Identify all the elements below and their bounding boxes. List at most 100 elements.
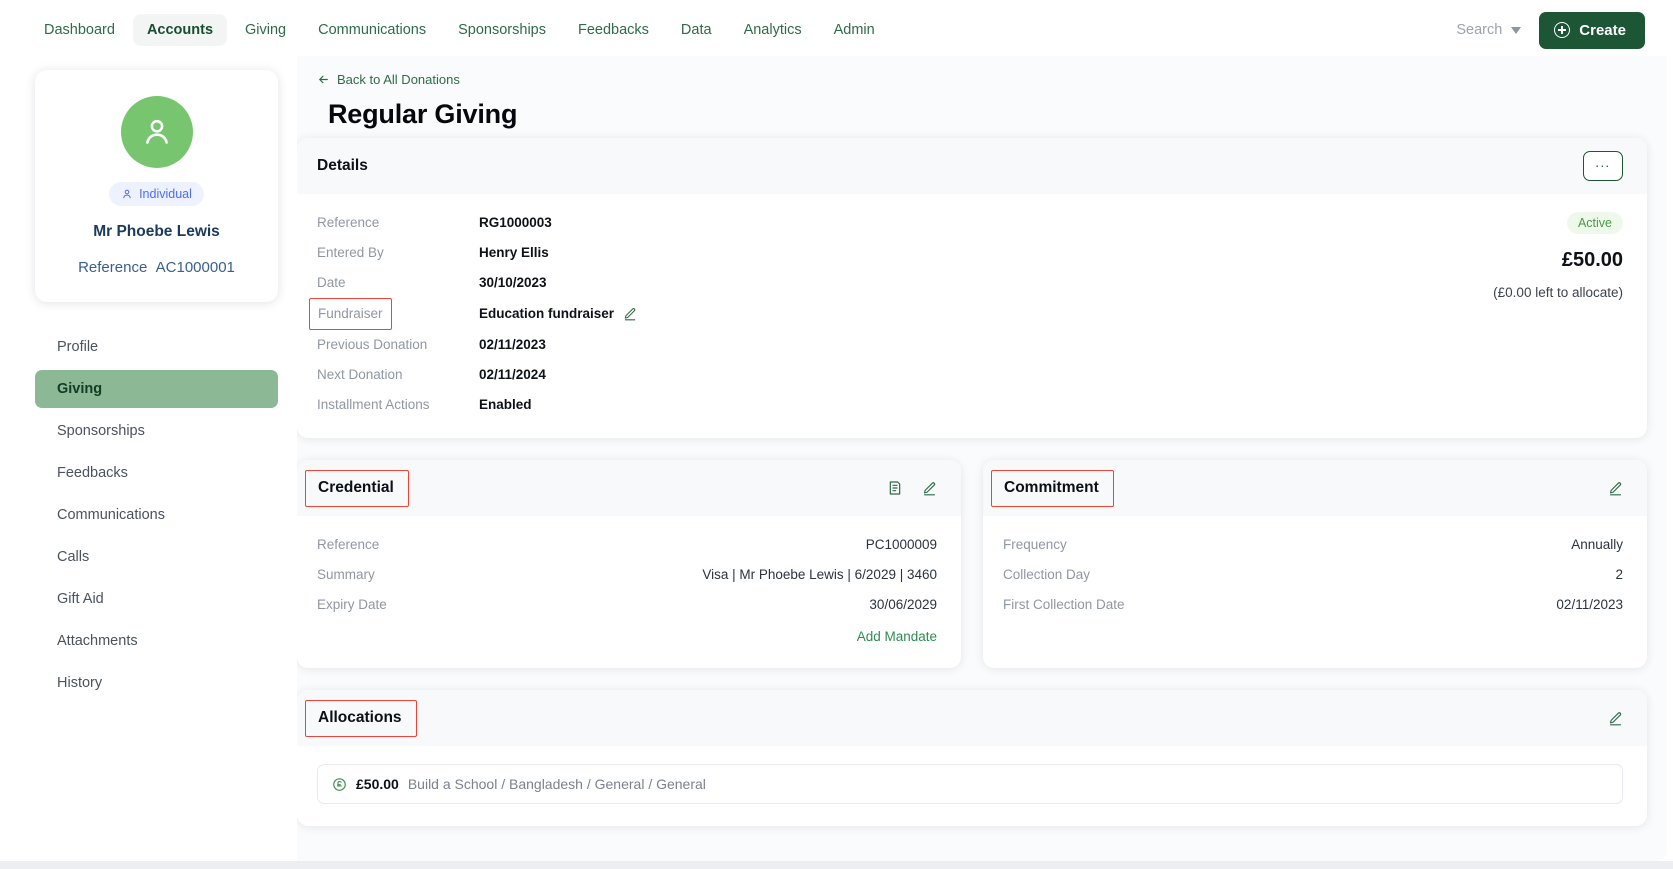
profile-card: Individual Mr Phoebe Lewis Reference AC1…: [35, 70, 278, 302]
credential-value-reference: PC1000009: [865, 537, 937, 552]
person-small-icon: [123, 189, 131, 199]
details-value-installment-actions: Enabled: [479, 397, 532, 412]
avatar: [120, 96, 193, 168]
sidebar-item-gift-aid[interactable]: Gift Aid: [35, 580, 278, 618]
sidebar-item-profile[interactable]: Profile: [35, 328, 278, 366]
allocations-card-body: £50.00 Build a School / Bangladesh / Gen…: [297, 746, 1647, 826]
sidebar-item-history[interactable]: History: [35, 664, 278, 702]
credential-statement-icon[interactable]: [887, 480, 903, 496]
commitment-value-first-collection-date: 02/11/2023: [1556, 597, 1623, 612]
credential-card: Credential Reference PC1000009 Summary V…: [297, 460, 961, 668]
details-summary: Active £50.00 (£0.00 left to allocate): [1493, 212, 1623, 300]
commitment-card-actions: [1608, 481, 1623, 496]
credential-label-summary: Summary: [317, 567, 375, 582]
commitment-card-body: Frequency Annually Collection Day 2 Firs…: [983, 516, 1647, 638]
details-field-list: Reference RG1000003 Entered By Henry Ell…: [309, 212, 1623, 416]
credential-label-expiry-date: Expiry Date: [317, 597, 387, 612]
credential-commitment-row: Credential Reference PC1000009 Summary V…: [297, 460, 1667, 690]
details-more-options-button[interactable]: ...: [1583, 151, 1623, 181]
details-card-header: Details ...: [297, 138, 1647, 194]
search-dropdown[interactable]: Search: [1456, 22, 1522, 38]
top-nav-items: Dashboard Accounts Giving Communications…: [30, 14, 889, 46]
top-nav-right: Search Create: [1456, 11, 1645, 49]
commitment-value-frequency: Annually: [1571, 537, 1623, 552]
credential-card-body: Reference PC1000009 Summary Visa | Mr Ph…: [297, 516, 961, 668]
add-mandate-link[interactable]: Add Mandate: [857, 629, 937, 644]
currency-circle-icon: [332, 777, 347, 792]
details-value-reference: RG1000003: [479, 215, 552, 230]
credential-value-summary: Visa | Mr Phoebe Lewis | 6/2029 | 3460: [702, 567, 937, 582]
allocations-edit-pencil-icon[interactable]: [1608, 711, 1623, 726]
vertical-scrollbar[interactable]: [1661, 112, 1667, 853]
nav-item-sponsorships[interactable]: Sponsorships: [444, 14, 560, 46]
nav-item-dashboard[interactable]: Dashboard: [30, 14, 129, 46]
add-mandate-link-wrap: Add Mandate: [317, 628, 937, 646]
commitment-label-collection-day: Collection Day: [1003, 567, 1091, 582]
details-card-body: Reference RG1000003 Entered By Henry Ell…: [297, 194, 1647, 438]
create-button-label: Create: [1579, 21, 1626, 39]
nav-item-giving[interactable]: Giving: [231, 14, 300, 46]
details-card-actions: ...: [1583, 151, 1623, 181]
credential-card-title: Credential: [305, 469, 409, 507]
details-label-fundraiser: Fundraiser: [309, 298, 392, 330]
nav-item-admin[interactable]: Admin: [820, 14, 889, 46]
person-icon: [145, 119, 168, 144]
page-title: Regular Giving: [328, 99, 518, 129]
profile-reference-value: AC1000001: [155, 259, 235, 276]
commitment-label-frequency: Frequency: [1003, 537, 1067, 552]
credential-field-list: Reference PC1000009 Summary Visa | Mr Ph…: [317, 534, 937, 616]
credential-card-actions: [887, 480, 937, 496]
sidebar-item-sponsorships[interactable]: Sponsorships: [35, 412, 278, 450]
details-value-fundraiser-row: Education fundraiser: [479, 302, 1623, 326]
details-card-title: Details: [317, 157, 368, 174]
horizontal-scrollbar[interactable]: [0, 861, 1673, 869]
allocations-card-header: Allocations: [297, 690, 1647, 746]
nav-item-analytics[interactable]: Analytics: [730, 14, 816, 46]
details-value-entered-by: Henry Ellis: [479, 245, 549, 260]
commitment-card-header: Commitment: [983, 460, 1647, 516]
sidebar-item-attachments[interactable]: Attachments: [35, 622, 278, 660]
nav-item-communications[interactable]: Communications: [304, 14, 440, 46]
sidebar-item-giving[interactable]: Giving: [35, 370, 278, 408]
back-to-all-donations-link[interactable]: Back to All Donations: [317, 72, 460, 87]
credential-edit-pencil-icon[interactable]: [922, 481, 937, 496]
app-window: Dashboard Accounts Giving Communications…: [0, 0, 1673, 869]
nav-item-data[interactable]: Data: [667, 14, 726, 46]
details-value-fundraiser: Education fundraiser: [479, 306, 615, 321]
donation-amount: £50.00: [1561, 249, 1623, 271]
allocation-amount: £50.00: [356, 776, 399, 792]
amount-left-to-allocate: (£0.00 left to allocate): [1493, 285, 1623, 300]
commitment-field-list: Frequency Annually Collection Day 2 Firs…: [1003, 534, 1623, 616]
sidebar-item-calls[interactable]: Calls: [35, 538, 278, 576]
allocations-card: Allocations £50.00 Build a School / Bang…: [297, 690, 1647, 826]
nav-item-accounts[interactable]: Accounts: [132, 14, 228, 46]
arrow-left-icon: [319, 75, 328, 84]
details-label-entered-by: Entered By: [317, 245, 384, 260]
allocation-row[interactable]: £50.00 Build a School / Bangladesh / Gen…: [317, 764, 1623, 804]
status-badge: Active: [1566, 212, 1623, 234]
search-label: Search: [1456, 22, 1503, 38]
commitment-edit-pencil-icon[interactable]: [1608, 481, 1623, 496]
edit-fundraiser-pencil-icon[interactable]: [623, 307, 637, 321]
main-content: Back to All Donations Regular Giving Det…: [297, 56, 1667, 861]
sidebar-item-communications[interactable]: Communications: [35, 496, 278, 534]
allocation-description: Build a School / Bangladesh / General / …: [407, 776, 706, 792]
details-label-reference: Reference: [317, 215, 380, 230]
back-link-label: Back to All Donations: [337, 72, 460, 87]
profile-name: Mr Phoebe Lewis: [93, 223, 220, 240]
create-button[interactable]: Create: [1539, 11, 1645, 49]
profile-reference: Reference AC1000001: [35, 259, 278, 276]
commitment-value-collection-day: 2: [1615, 567, 1623, 582]
commitment-card-title: Commitment: [991, 469, 1114, 507]
left-sidebar: Individual Mr Phoebe Lewis Reference AC1…: [12, 56, 297, 861]
allocations-card-title: Allocations: [305, 699, 417, 737]
details-label-installment-actions: Installment Actions: [317, 397, 430, 412]
commitment-card: Commitment Frequency Annually Collection…: [983, 460, 1647, 668]
details-value-next-donation: 02/11/2024: [479, 367, 546, 382]
sidebar-item-feedbacks[interactable]: Feedbacks: [35, 454, 278, 492]
nav-item-feedbacks[interactable]: Feedbacks: [564, 14, 663, 46]
commitment-label-first-collection-date: First Collection Date: [1003, 597, 1125, 612]
plus-circle-icon: [1554, 22, 1571, 38]
details-label-date: Date: [317, 275, 346, 290]
credential-value-expiry-date: 30/06/2029: [869, 597, 937, 612]
